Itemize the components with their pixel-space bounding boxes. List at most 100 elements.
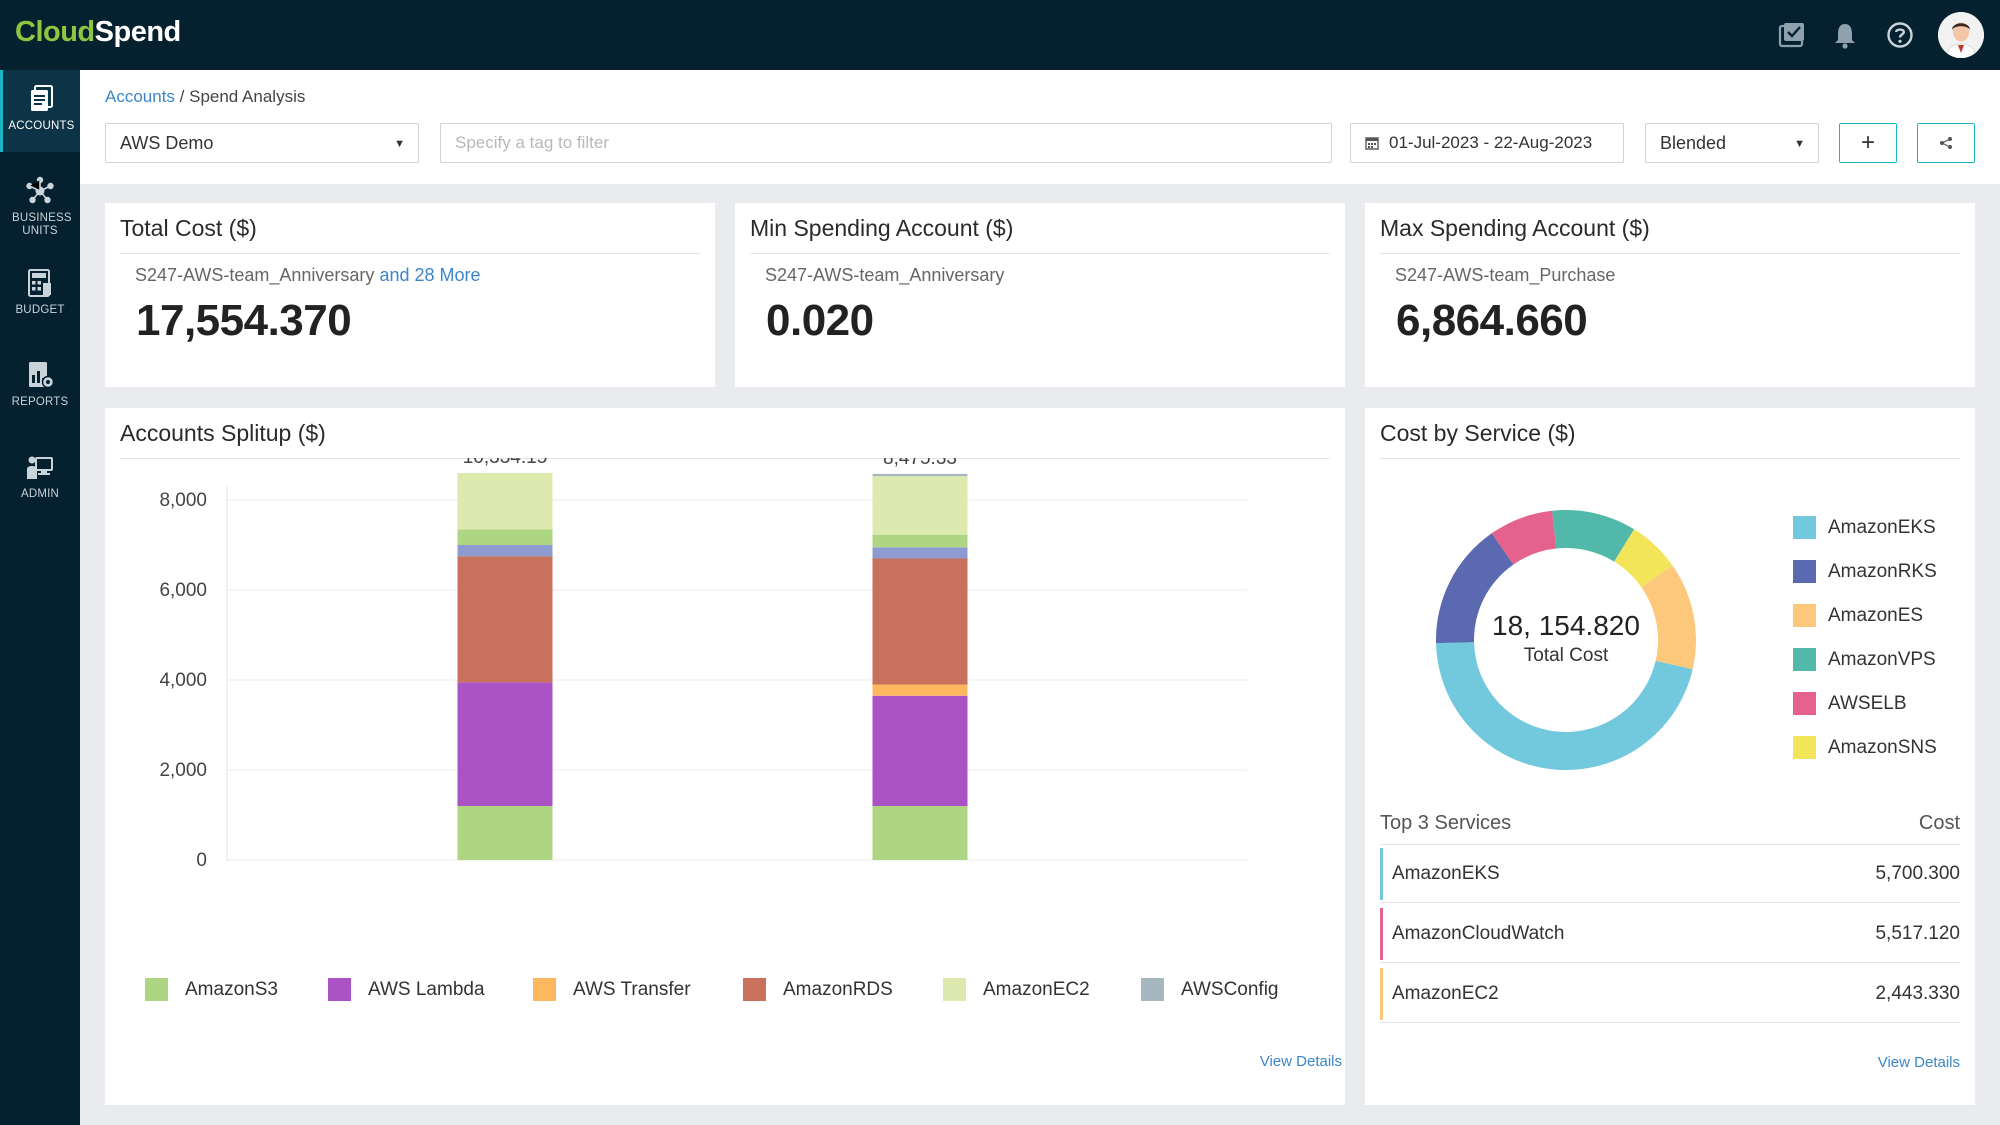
bar-segment[interactable] (457, 473, 553, 530)
service-legend-item[interactable]: AmazonVPS (1793, 648, 1936, 671)
accounts-view-details-link[interactable]: View Details (1260, 1053, 1342, 1070)
row-color-indicator (1380, 848, 1383, 900)
legend-item[interactable]: AWSConfig (1141, 978, 1279, 1001)
bar-segment[interactable] (872, 547, 968, 559)
account-select-value: AWS Demo (120, 132, 214, 153)
service-cost: 2,443.330 (1875, 983, 1960, 1004)
legend-label: AmazonVPS (1828, 648, 1936, 670)
table-row[interactable]: AmazonEC2 2,443.330 (1380, 965, 1960, 1023)
legend-label: AWSELB (1828, 692, 1907, 714)
bar-segment[interactable] (457, 529, 553, 545)
legend-label: AmazonSNS (1828, 736, 1937, 758)
legend-label: AmazonS3 (185, 978, 278, 1000)
legend-swatch (743, 978, 766, 1001)
date-range-picker[interactable]: 01-Jul-2023 - 22-Aug-2023 (1350, 123, 1624, 163)
legend-item[interactable]: AmazonEC2 (943, 978, 1090, 1001)
service-legend-item[interactable]: AmazonRKS (1793, 560, 1937, 583)
y-tick-label: 6,000 (159, 580, 207, 601)
bar-segment[interactable] (457, 806, 553, 860)
donut-center-label: Total Cost (1524, 645, 1609, 666)
legend-item[interactable]: AmazonRDS (743, 978, 893, 1001)
service-name: AmazonEKS (1392, 863, 1500, 884)
cloudspend-logo[interactable]: CloudSpend (15, 16, 181, 49)
service-cost: 5,517.120 (1875, 923, 1960, 944)
nav-business-units[interactable]: BUSINESS UNITS (0, 162, 80, 244)
legend-item[interactable]: AWS Lambda (328, 978, 485, 1001)
legend-label: AmazonES (1828, 604, 1924, 626)
nav-accounts[interactable]: ACCOUNTS (0, 70, 80, 152)
bar-segment[interactable] (457, 545, 553, 557)
checklist-icon[interactable] (1775, 18, 1809, 52)
total-cost-value: 17,554.370 (136, 296, 352, 345)
service-legend-item[interactable]: AmazonSNS (1793, 736, 1937, 759)
bar-segment[interactable] (872, 695, 968, 806)
max-spending-title: Max Spending Account ($) (1380, 215, 1650, 241)
share-button[interactable] (1917, 123, 1975, 163)
accounts-icon (30, 85, 53, 111)
legend-item[interactable]: AWS Transfer (533, 978, 691, 1001)
nav-budget[interactable]: BUDGET (0, 254, 80, 336)
divider (1380, 253, 1960, 254)
bar-segment[interactable] (872, 476, 968, 535)
legend-swatch (943, 978, 966, 1001)
bar-segment[interactable] (872, 684, 968, 696)
service-legend-item[interactable]: AWSELB (1793, 692, 1907, 715)
share-icon (1940, 137, 1952, 149)
accounts-splitup-title: Accounts Splitup ($) (120, 420, 326, 446)
table-row[interactable]: AmazonEKS 5,700.300 (1380, 845, 1960, 903)
breadcrumb-current: Spend Analysis (189, 87, 306, 106)
divider (120, 253, 700, 254)
min-spending-card: Min Spending Account ($) S247-AWS-team_A… (735, 203, 1345, 387)
bar-segment[interactable] (872, 558, 968, 685)
legend-item[interactable]: AmazonS3 (145, 978, 278, 1001)
accounts-splitup-card: Accounts Splitup ($) 0 2,000 4,000 6,000 8,0… (105, 408, 1345, 1105)
min-spending-account: S247-AWS-team_Anniversary (765, 265, 1005, 285)
nav-admin[interactable]: ADMIN (0, 438, 80, 520)
bar-segment[interactable] (872, 806, 968, 860)
admin-icon (27, 456, 53, 479)
breadcrumb-separator: / (174, 87, 190, 106)
services-view-details-link[interactable]: View Details (1878, 1054, 1960, 1071)
add-button[interactable]: + (1839, 123, 1897, 163)
legend-label: AWS Lambda (368, 978, 485, 1000)
service-name: AmazonEC2 (1392, 983, 1499, 1004)
legend-swatch (1793, 516, 1816, 539)
bar-segment[interactable] (457, 682, 553, 806)
legend-swatch (533, 978, 556, 1001)
more-accounts-link[interactable]: and 28 More (379, 265, 480, 285)
min-spending-title: Min Spending Account ($) (750, 215, 1014, 241)
table-row[interactable]: AmazonCloudWatch 5,517.120 (1380, 905, 1960, 963)
nav-reports[interactable]: REPORTS (0, 346, 80, 428)
y-tick-label: 0 (196, 850, 207, 871)
bar-total-label: 8,475.33 (883, 458, 957, 469)
chevron-down-icon: ▼ (394, 138, 405, 150)
legend-label: AmazonRDS (783, 978, 893, 1000)
legend-swatch (1793, 560, 1816, 583)
date-range-value: 01-Jul-2023 - 22-Aug-2023 (1389, 133, 1593, 152)
donut-center-value: 18, 154.820 (1492, 610, 1640, 641)
cost-type-select[interactable]: Blended ▼ (1645, 123, 1819, 163)
legend-swatch (1793, 736, 1816, 759)
tag-filter-input[interactable] (440, 123, 1332, 163)
bar-segment[interactable] (872, 534, 968, 548)
user-avatar[interactable] (1938, 12, 1984, 58)
min-spending-value: 0.020 (766, 296, 874, 345)
service-legend-item[interactable]: AmazonES (1793, 604, 1923, 627)
total-cost-account-name: S247-AWS-team_Anniversary (135, 265, 375, 285)
account-select[interactable]: AWS Demo ▼ (105, 123, 419, 163)
top3-services-header: Top 3 Services (1380, 812, 1512, 834)
bell-icon[interactable] (1828, 18, 1862, 52)
service-name: AmazonCloudWatch (1392, 923, 1565, 944)
bar-segment[interactable] (457, 556, 553, 683)
service-legend-item[interactable]: AmazonEKS (1793, 516, 1936, 539)
legend-swatch (1793, 692, 1816, 715)
help-icon[interactable] (1883, 18, 1917, 52)
breadcrumb-accounts-link[interactable]: Accounts (105, 87, 175, 106)
cost-by-service-title: Cost by Service ($) (1380, 420, 1576, 446)
row-color-indicator (1380, 908, 1383, 960)
total-cost-card: Total Cost ($) S247-AWS-team_Anniversary… (105, 203, 715, 387)
bar-segment[interactable] (872, 473, 968, 477)
top-bar: CloudSpend (0, 0, 2000, 70)
legend-label: AWSConfig (1181, 978, 1279, 1000)
calendar-icon (1365, 137, 1379, 150)
